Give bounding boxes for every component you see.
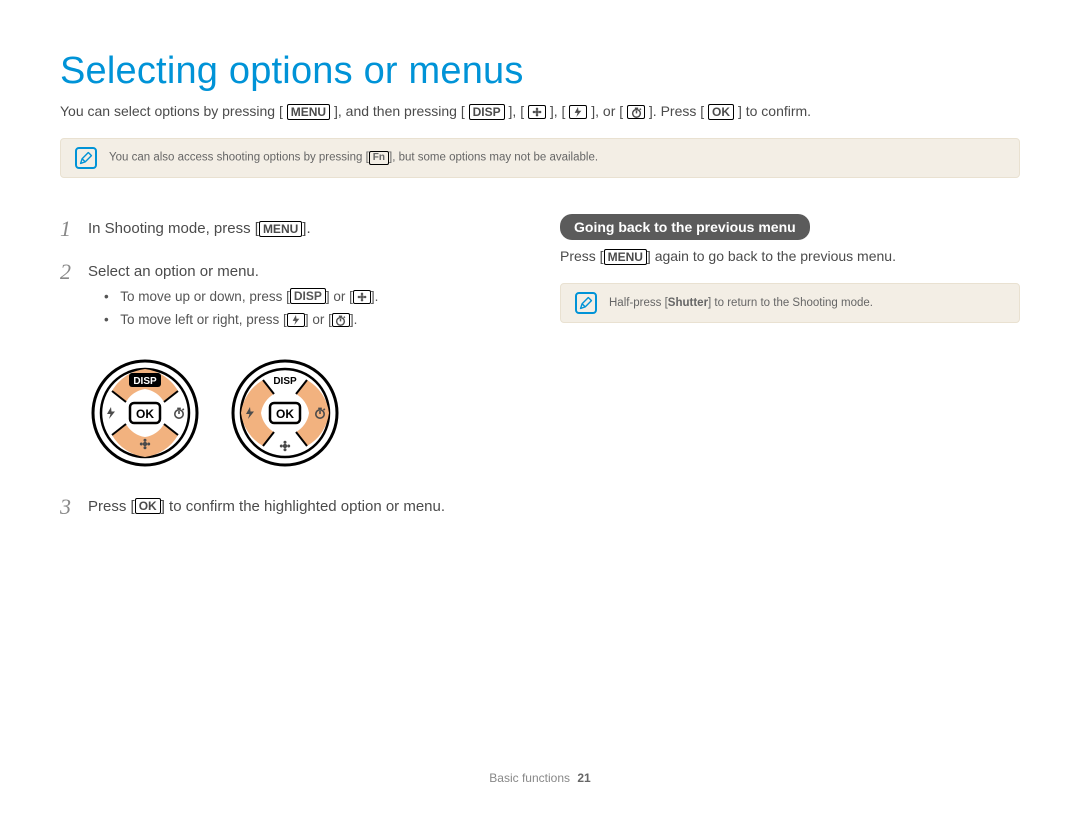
- menu-button-label: MENU: [287, 104, 330, 120]
- goback-text: Press [MENU] again to go back to the pre…: [560, 248, 1020, 265]
- page-title: Selecting options or menus: [60, 50, 1020, 93]
- page-footer: Basic functions 21: [0, 771, 1080, 785]
- dial-vertical: OK DISP: [90, 358, 200, 468]
- list-item: To move left or right, press [] or [].: [104, 311, 520, 330]
- note-box: You can also access shooting options by …: [60, 138, 1020, 178]
- fn-button-label: Fn: [369, 151, 389, 165]
- flower-icon: [353, 290, 371, 304]
- intro-text: ], [: [509, 103, 525, 119]
- intro-paragraph: You can select options by pressing [ MEN…: [60, 101, 1020, 122]
- svg-text:OK: OK: [276, 407, 294, 421]
- section-heading-pill: Going back to the previous menu: [560, 214, 810, 240]
- content-columns: 1 In Shooting mode, press [MENU]. 2 Sele…: [60, 214, 1020, 534]
- intro-text: ], and then pressing [: [334, 103, 465, 119]
- disp-button-label: DISP: [290, 288, 326, 304]
- intro-text: ] to confirm.: [738, 103, 811, 119]
- step-number: 3: [60, 492, 78, 523]
- svg-text:DISP: DISP: [273, 376, 297, 387]
- note-box: Half-press [Shutter] to return to the Sh…: [560, 283, 1020, 323]
- flower-icon: [528, 105, 546, 119]
- intro-text: ], [: [550, 103, 566, 119]
- footer-section: Basic functions: [489, 771, 570, 785]
- list-item: To move up or down, press [DISP] or [].: [104, 288, 520, 307]
- step-text: Press [OK] to confirm the highlighted op…: [88, 492, 520, 523]
- disp-button-label: DISP: [469, 104, 505, 120]
- menu-button-label: MENU: [259, 221, 302, 237]
- manual-page: Selecting options or menus You can selec…: [0, 0, 1080, 815]
- ok-button-label: OK: [708, 104, 734, 120]
- intro-text: ]. Press [: [649, 103, 704, 119]
- flash-icon: [287, 313, 305, 327]
- right-column: Going back to the previous menu Press [M…: [560, 214, 1020, 534]
- step-3: 3 Press [OK] to confirm the highlighted …: [60, 492, 520, 523]
- intro-text: ], or [: [591, 103, 623, 119]
- step-2-bullets: To move up or down, press [DISP] or []. …: [104, 288, 520, 330]
- step-1: 1 In Shooting mode, press [MENU].: [60, 214, 520, 245]
- step-number: 2: [60, 257, 78, 344]
- shutter-label: Shutter: [668, 297, 708, 309]
- footer-page-number: 21: [577, 771, 590, 785]
- svg-text:OK: OK: [136, 407, 154, 421]
- menu-button-label: MENU: [604, 249, 647, 265]
- left-column: 1 In Shooting mode, press [MENU]. 2 Sele…: [60, 214, 520, 534]
- note-pencil-icon: [75, 147, 97, 169]
- dial-horizontal: OK DISP: [230, 358, 340, 468]
- note-pencil-icon: [575, 292, 597, 314]
- intro-text: You can select options by pressing [: [60, 103, 283, 119]
- step-text: In Shooting mode, press [MENU].: [88, 214, 520, 245]
- step-text: Select an option or menu. To move up or …: [88, 257, 520, 344]
- svg-text:DISP: DISP: [133, 376, 157, 387]
- step-number: 1: [60, 214, 78, 245]
- step-2: 2 Select an option or menu. To move up o…: [60, 257, 520, 344]
- timer-icon: [627, 105, 645, 119]
- flash-icon: [569, 105, 587, 119]
- dial-illustrations: OK DISP: [90, 358, 520, 468]
- note-text: Half-press [Shutter] to return to the Sh…: [609, 297, 873, 309]
- ok-button-label: OK: [135, 498, 161, 514]
- note-text: You can also access shooting options by …: [109, 151, 598, 165]
- timer-icon: [332, 313, 350, 327]
